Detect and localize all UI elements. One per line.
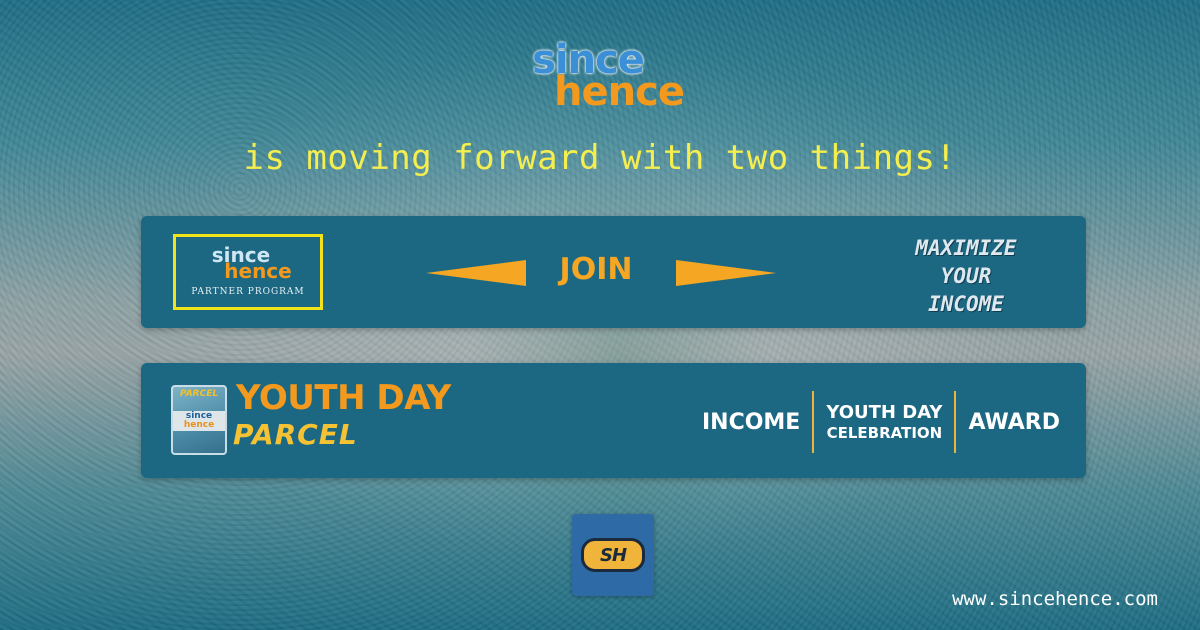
parcel-icon-band: since hence <box>173 411 225 431</box>
parcel-icon-hence: hence <box>183 420 215 430</box>
parcel-subtitle: PARCEL <box>233 418 358 451</box>
maximize-line: INCOME <box>928 292 1004 316</box>
parcel-icon: PARCEL since hence <box>171 385 227 455</box>
award-label: AWARD <box>968 409 1060 435</box>
celebration-line-1: YOUTH DAY <box>826 402 943 423</box>
youth-day-features: INCOME YOUTH DAY CELEBRATION AWARD <box>702 391 1060 453</box>
celebration-line-2: CELEBRATION <box>826 424 943 442</box>
sh-logo-icon: SH <box>572 514 654 596</box>
maximize-line: MAXIMIZE <box>915 236 1017 260</box>
parcel-icon-label: PARCEL <box>179 389 219 399</box>
partner-program-banner[interactable]: since hence PARTNER PROGRAM JOIN MAXIMIZ… <box>141 216 1086 328</box>
maximize-line: YOUR <box>940 264 992 288</box>
website-url[interactable]: www.sincehence.com <box>952 588 1158 610</box>
partner-program-logo: since hence PARTNER PROGRAM <box>173 234 323 310</box>
partner-program-label: PARTNER PROGRAM <box>191 287 305 297</box>
youth-day-title: YOUTH DAY <box>236 378 451 418</box>
youth-day-celebration-label: YOUTH DAY CELEBRATION <box>812 391 957 453</box>
arrow-right-icon <box>676 260 776 286</box>
sincehence-logo: since hence <box>0 40 1200 112</box>
arrow-left-icon <box>426 260 526 286</box>
youth-day-parcel-banner[interactable]: PARCEL since hence YOUTH DAY PARCEL INCO… <box>141 363 1086 478</box>
maximize-income-text: MAXIMIZE YOUR INCOME <box>886 234 1046 318</box>
join-label: JOIN <box>559 252 633 287</box>
tagline: is moving forward with two things! <box>243 138 957 178</box>
income-label: INCOME <box>701 409 801 435</box>
logo-hence-text: hence <box>554 69 685 115</box>
sh-logo-mark: SH <box>581 538 645 572</box>
